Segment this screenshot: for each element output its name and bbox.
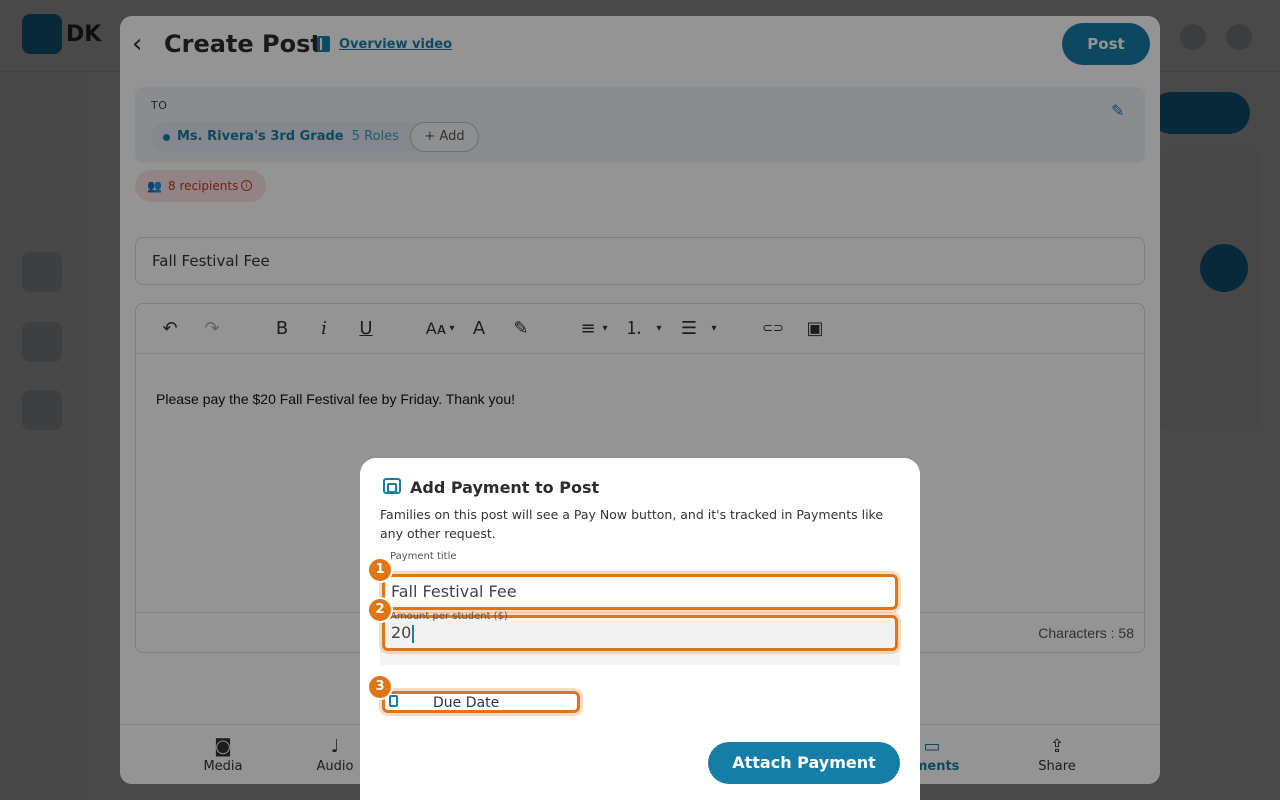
- dialog-title: Add Payment to Post: [410, 478, 600, 497]
- payment-title-input[interactable]: Fall Festival Fee: [382, 574, 898, 610]
- amount-value: 20: [391, 623, 412, 642]
- text-caret: [412, 624, 415, 643]
- add-payment-dialog: Add Payment to Post Families on this pos…: [360, 458, 920, 800]
- attach-payment-button[interactable]: Attach Payment: [708, 742, 900, 784]
- step-badge-3: 3: [367, 674, 393, 700]
- due-date-button[interactable]: Due Date: [382, 691, 580, 713]
- step-badge-1: 1: [367, 557, 393, 583]
- payment-title-label: Payment title: [390, 551, 457, 562]
- due-date-label: Due Date: [433, 695, 500, 711]
- amount-label: Amount per student ($): [390, 611, 508, 622]
- wallet-icon: [383, 478, 401, 494]
- calendar-icon: [389, 695, 398, 707]
- step-badge-2: 2: [367, 597, 393, 623]
- dialog-description: Families on this post will see a Pay Now…: [380, 507, 884, 541]
